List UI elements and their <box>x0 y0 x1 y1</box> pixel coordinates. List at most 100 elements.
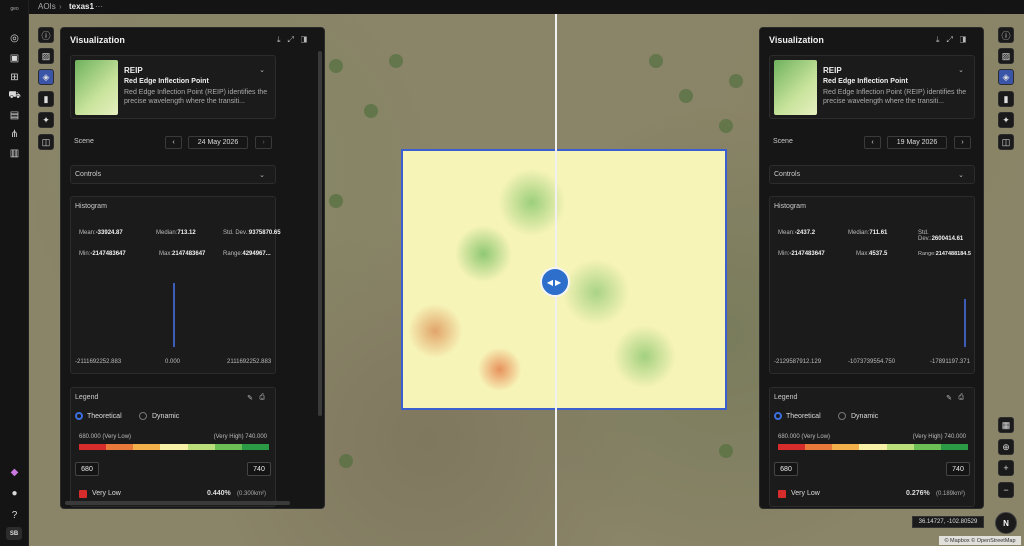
workflow-icon[interactable]: ⋔ <box>7 127 22 142</box>
locate-icon[interactable]: ⊕ <box>998 439 1014 455</box>
mode-theoretical-label: Theoretical <box>786 413 821 420</box>
histogram-label: Histogram <box>75 203 107 210</box>
download-icon[interactable]: ⤓ <box>936 35 947 44</box>
min-value-input[interactable]: 680 <box>774 462 798 476</box>
next-scene-button[interactable]: › <box>255 136 272 149</box>
max-value-input[interactable]: 740 <box>247 462 271 476</box>
chevron-down-icon[interactable]: ⌄ <box>958 171 964 179</box>
image-icon[interactable]: ▨ <box>998 48 1014 64</box>
zoom-out-icon[interactable]: − <box>998 482 1014 498</box>
index-card[interactable]: REIP Red Edge Inflection Point Red Edge … <box>70 55 276 119</box>
save-icon[interactable]: ⎙ <box>958 394 964 402</box>
panel-scrollbar-horizontal[interactable] <box>65 501 290 505</box>
cart-icon[interactable]: ⛟ <box>7 89 22 104</box>
class-percent: 0.440% <box>207 490 231 497</box>
controls-row[interactable]: Controls ⌄ <box>70 165 276 184</box>
stat-min: Min:-2147483647 <box>79 251 126 257</box>
field-pivot <box>649 54 663 68</box>
controls-row[interactable]: Controls ⌄ <box>769 165 975 184</box>
histogram-bar <box>964 299 966 347</box>
compass-icon[interactable]: N <box>995 512 1017 534</box>
index-card[interactable]: REIP Red Edge Inflection Point Red Edge … <box>769 55 975 119</box>
zoom-in-icon[interactable]: + <box>998 460 1014 476</box>
ramp-segment <box>886 444 914 450</box>
class-swatch <box>79 490 87 498</box>
class-area: (0.300km²) <box>237 491 267 497</box>
user-avatar[interactable]: SB <box>6 527 22 540</box>
map-attribution[interactable]: © Mapbox © OpenStreetMap <box>939 536 1021 545</box>
apps-icon[interactable]: ◆ <box>7 465 22 480</box>
chevron-down-icon[interactable]: ⌄ <box>958 66 964 74</box>
max-value-input[interactable]: 740 <box>946 462 970 476</box>
ramp-low-label: 680.000 (Very Low) <box>778 434 831 440</box>
ramp-segment <box>106 444 134 450</box>
split-view-icon[interactable]: ◫ <box>38 134 54 150</box>
app-root: geo ◎ ▣ ⊞ ⛟ ▤ ⋔ ▥ ◆ ● ? SB AOIs › texas1… <box>0 0 1024 546</box>
download-icon[interactable]: ⤓ <box>277 35 288 44</box>
app-logo[interactable]: geo <box>6 5 23 13</box>
image-icon[interactable]: ▨ <box>38 48 54 64</box>
basemap-icon[interactable]: ▦ <box>998 417 1014 433</box>
mode-theoretical-radio[interactable] <box>75 412 83 420</box>
mode-dynamic-radio[interactable] <box>838 412 846 420</box>
dock-icon[interactable]: ◨ <box>301 35 314 44</box>
class-percent: 0.276% <box>906 490 930 497</box>
hist-axis-mid: 0.000 <box>165 359 181 365</box>
prev-scene-button[interactable]: ‹ <box>864 136 881 149</box>
class-area: (0.189km²) <box>936 491 966 497</box>
edit-icon[interactable]: ✎ <box>247 394 253 402</box>
expand-icon[interactable]: ⤢ <box>947 35 960 44</box>
explore-icon[interactable]: ◎ <box>7 31 22 46</box>
field-pivot <box>719 119 733 133</box>
buildings-icon[interactable]: ▥ <box>7 146 22 161</box>
chevron-down-icon[interactable]: ⌄ <box>259 66 265 74</box>
ai-icon[interactable]: ✦ <box>38 112 54 128</box>
field-pivot <box>339 454 353 468</box>
dashboard-icon[interactable]: ▣ <box>7 51 22 66</box>
scene-label: Scene <box>74 138 94 145</box>
mode-dynamic-radio[interactable] <box>139 412 147 420</box>
notifications-icon[interactable]: ● <box>7 486 22 501</box>
ramp-segment <box>940 444 968 450</box>
layers-icon[interactable]: ◈ <box>998 69 1014 85</box>
chart-icon[interactable]: ▮ <box>38 91 54 107</box>
layers-icon[interactable]: ◈ <box>38 69 54 85</box>
ai-icon[interactable]: ✦ <box>998 112 1014 128</box>
next-scene-button[interactable]: › <box>954 136 971 149</box>
prev-scene-button[interactable]: ‹ <box>165 136 182 149</box>
split-view-icon[interactable]: ◫ <box>998 134 1014 150</box>
histogram-bar <box>173 283 175 347</box>
compare-split-handle[interactable]: ◀▶ <box>540 267 570 297</box>
panel-scrollbar[interactable] <box>318 51 322 416</box>
color-ramp[interactable] <box>79 444 269 450</box>
scene-date-select[interactable]: 19 May 2026 <box>887 136 947 149</box>
min-value-input[interactable]: 680 <box>75 462 99 476</box>
edit-icon[interactable]: ✎ <box>946 394 952 402</box>
index-full-name: Red Edge Inflection Point <box>124 78 209 85</box>
mode-theoretical-radio[interactable] <box>774 412 782 420</box>
chevron-down-icon[interactable]: ⌄ <box>259 171 265 179</box>
histogram-card: Histogram Mean:-2437.2 Median:711.61 Std… <box>769 196 975 374</box>
info-icon[interactable]: ⓘ <box>998 27 1014 43</box>
hist-axis-min: -2111692252.883 <box>75 359 122 365</box>
help-icon[interactable]: ? <box>7 508 22 523</box>
map-icon[interactable]: ▤ <box>7 108 22 123</box>
chart-icon[interactable]: ▮ <box>998 91 1014 107</box>
controls-label: Controls <box>75 171 102 178</box>
breadcrumb-root[interactable]: AOIs <box>38 2 56 11</box>
more-menu-icon[interactable]: ··· <box>95 2 103 11</box>
ramp-segment <box>79 444 107 450</box>
index-description: Red Edge Inflection Point (REIP) identif… <box>823 89 967 105</box>
ramp-segment <box>832 444 860 450</box>
breadcrumb-current: texas1 <box>69 2 94 11</box>
dock-icon[interactable]: ◨ <box>960 35 973 44</box>
info-icon[interactable]: ⓘ <box>38 27 54 43</box>
stat-std: Std. Dev.:9375870.65 <box>223 230 281 236</box>
expand-icon[interactable]: ⤢ <box>288 35 301 44</box>
datasets-icon[interactable]: ⊞ <box>7 70 22 85</box>
ramp-segment <box>778 444 806 450</box>
scene-date-select[interactable]: 24 May 2026 <box>188 136 248 149</box>
save-icon[interactable]: ⎙ <box>259 394 265 402</box>
scene-row: Scene ‹ 19 May 2026 › <box>769 134 975 153</box>
color-ramp[interactable] <box>778 444 968 450</box>
